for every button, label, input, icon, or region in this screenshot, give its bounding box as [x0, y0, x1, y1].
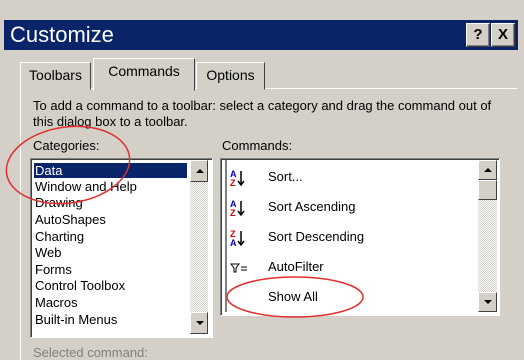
- customize-dialog: Customize ? X Toolbars Commands Options …: [0, 0, 524, 361]
- annotation-circle-show-all: [226, 276, 364, 318]
- annotation-overlay: [5, 125, 364, 318]
- annotation-circle-categories: [5, 125, 131, 205]
- tab-commands[interactable]: Commands: [93, 58, 195, 91]
